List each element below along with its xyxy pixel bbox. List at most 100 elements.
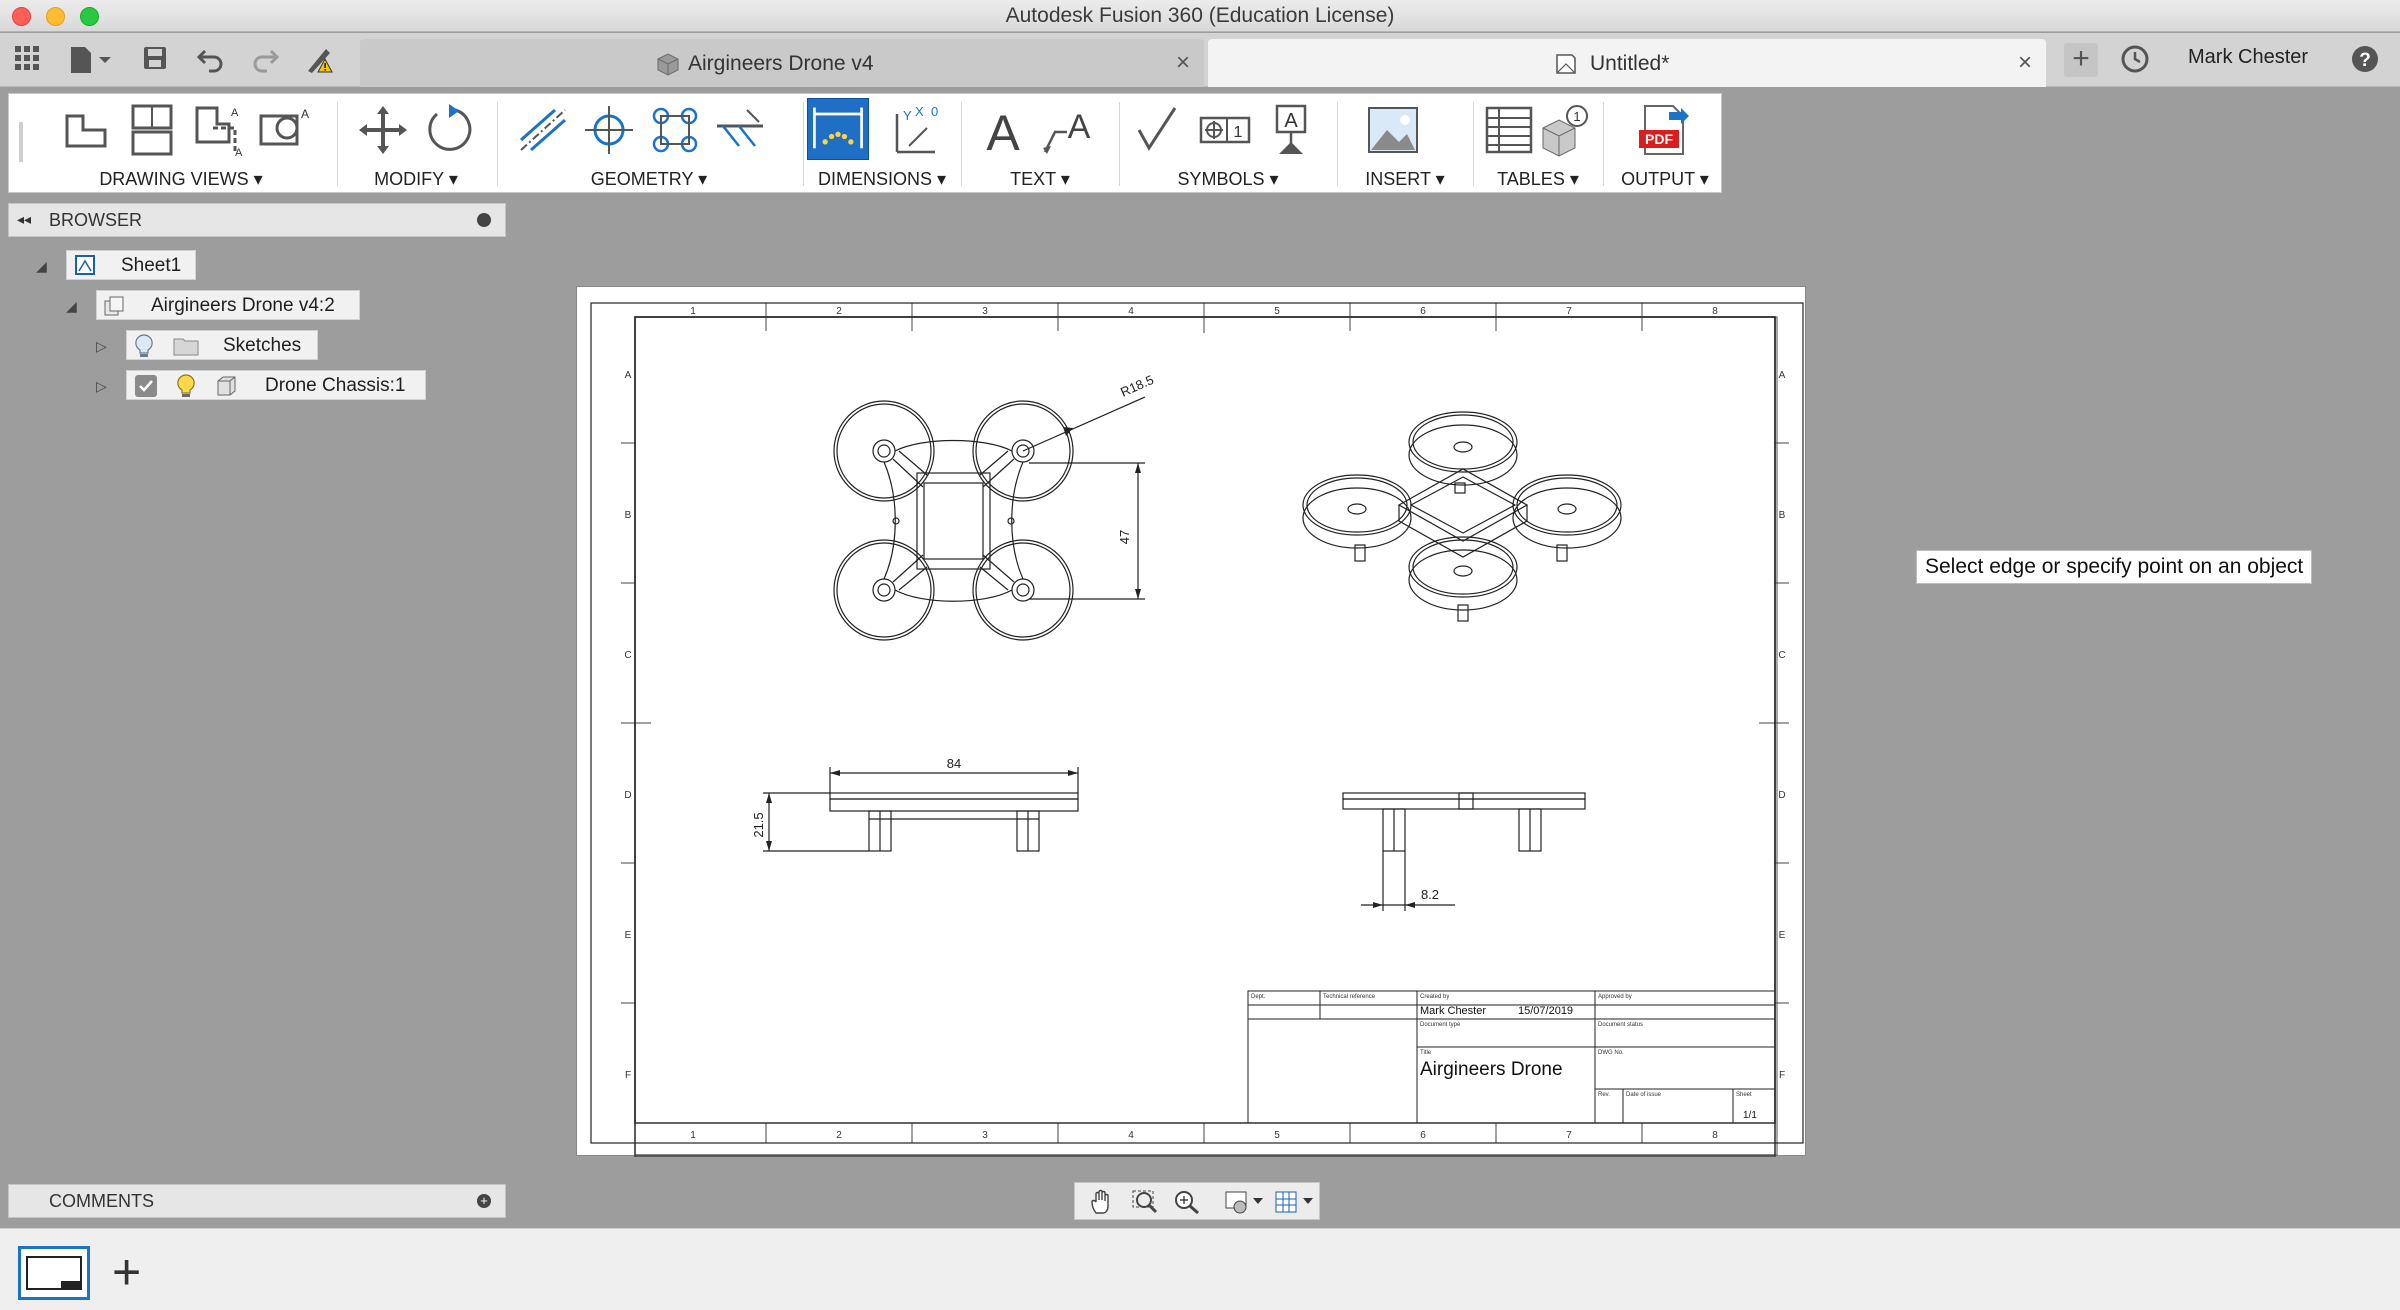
redo-icon[interactable] [250,45,280,75]
side-view[interactable]: 8.2 [1342,792,1586,911]
browser-node-sheet1[interactable]: Sheet1 [66,250,196,280]
svg-text:0: 0 [931,104,938,119]
svg-text:Y: Y [903,108,912,123]
close-tab-icon[interactable]: × [2018,49,2032,77]
visibility-bulb-icon[interactable] [135,334,153,364]
leader-text-icon[interactable]: A [1041,102,1097,158]
visibility-checkbox[interactable] [135,375,157,397]
drawing-views-menu[interactable]: DRAWING VIEWS ▾ [31,169,331,190]
sheet-thumbnail-active[interactable] [18,1246,90,1300]
dim-leg-width-label[interactable]: 8.2 [1421,887,1439,902]
detail-view-icon[interactable]: A [257,102,313,158]
save-icon[interactable] [140,45,170,75]
expand-sheet1-icon[interactable]: ◢ [36,258,47,275]
window-title: Autodesk Fusion 360 (Education License) [1005,4,1395,27]
center-mark-pattern-icon[interactable] [647,102,703,158]
svg-text:X: X [915,104,924,119]
zone-col-3: 3 [982,306,988,317]
modify-menu[interactable]: MODIFY ▾ [341,169,491,190]
zoom-window-icon[interactable] [1131,1189,1159,1220]
zoom-icon[interactable] [1173,1189,1201,1220]
feature-control-frame-icon[interactable]: 1 [1197,102,1253,158]
symbols-group: 1 A SYMBOLS ▾ [1123,94,1333,194]
tb-sheet-number: 1/1 [1743,1110,1757,1121]
center-mark-icon[interactable] [581,102,637,158]
isometric-view[interactable] [1302,411,1622,622]
toolbar-grip-icon[interactable] [19,122,23,162]
datum-identifier-icon[interactable]: A [1263,102,1319,158]
insert-group: INSERT ▾ [1341,94,1469,194]
top-view[interactable]: R18.5 47 [833,372,1156,641]
dimensions-menu[interactable]: DIMENSIONS ▾ [807,169,957,190]
front-view[interactable]: 84 21.5 [751,756,1079,852]
base-view-icon[interactable] [59,102,115,158]
geometry-group: GEOMETRY ▾ [501,94,797,194]
ordinate-dimension-icon[interactable]: YX0 [887,102,943,158]
text-tool-icon[interactable]: A [975,102,1031,161]
table-icon[interactable] [1481,102,1537,158]
projected-view-icon[interactable] [125,102,181,158]
geometry-menu[interactable]: GEOMETRY ▾ [501,169,797,190]
zone-row-c-right: C [1778,650,1785,661]
job-history-clock-icon[interactable] [2120,45,2150,75]
dimension-icon[interactable] [807,98,869,160]
undo-icon[interactable] [196,45,226,75]
browser-minimize-icon[interactable] [477,213,491,227]
app-grid-icon[interactable] [12,45,42,75]
help-icon[interactable]: ? [2350,45,2380,75]
dim-height-front-label[interactable]: 21.5 [751,812,766,837]
expand-sketches-icon[interactable]: ▷ [96,338,107,355]
insert-image-icon[interactable] [1365,102,1421,158]
insert-menu[interactable]: INSERT ▾ [1341,169,1469,190]
tb-createdby-label: Created by [1420,994,1449,1000]
pan-hand-icon[interactable] [1089,1189,1115,1220]
balloon-icon[interactable]: 1 [1537,102,1593,158]
dim-height-top-label[interactable]: 47 [1117,530,1132,544]
collapse-panel-icon[interactable]: ◂◂ [17,211,31,228]
zone-row-d-right: D [1778,790,1785,801]
file-menu-icon[interactable] [66,45,118,75]
move-icon[interactable] [355,102,411,158]
expand-component-icon[interactable]: ◢ [66,298,77,315]
tab-untitled[interactable]: Untitled* × [1208,39,2046,87]
browser-node-airgineers-drone-v4-2[interactable]: Airgineers Drone v4:2 [96,290,360,320]
display-settings-icon[interactable] [1223,1189,1267,1220]
text-menu[interactable]: TEXT ▾ [965,169,1115,190]
tab-airgineers-drone[interactable]: Airgineers Drone v4 × [360,39,1204,87]
title-block[interactable]: Dept. Technical reference Created by App… [1247,990,1776,1124]
surface-texture-icon[interactable] [1131,102,1187,158]
zone-col-2-bottom: 2 [836,1130,842,1141]
browser-title: BROWSER [49,210,143,230]
new-tab-plus-icon[interactable]: + [2064,43,2098,77]
tables-menu[interactable]: TABLES ▾ [1477,169,1599,190]
zone-ticks [621,303,1789,1143]
edge-extension-icon[interactable] [713,102,769,158]
zone-col-4-bottom: 4 [1128,1130,1134,1141]
dim-radius-label[interactable]: R18.5 [1118,372,1156,400]
text-tool-glyph: A [986,105,1020,158]
browser-node-drone-chassis[interactable]: Drone Chassis:1 [126,370,426,400]
centerline-icon[interactable] [515,102,571,158]
pdf-label: PDF [1645,131,1673,147]
visibility-bulb-icon[interactable] [177,374,195,404]
pdf-export-icon[interactable]: PDF [1635,102,1691,158]
dim-width-front-label[interactable]: 84 [947,756,961,771]
user-account-name[interactable]: Mark Chester [2188,46,2308,69]
output-menu[interactable]: OUTPUT ▾ [1607,169,1723,190]
add-sheet-plus-icon[interactable]: + [112,1247,141,1297]
close-tab-icon[interactable]: × [1176,49,1190,77]
svg-text:1: 1 [1234,124,1243,141]
expand-drone-chassis-icon[interactable]: ▷ [96,378,107,395]
symbols-menu[interactable]: SYMBOLS ▾ [1123,169,1333,190]
add-comment-icon[interactable]: + [477,1194,491,1208]
component-icon [656,52,680,81]
tb-created-by: Mark Chester [1420,1005,1486,1017]
tb-doctype-label: Document type [1420,1022,1461,1028]
sheet-trim-border [590,302,1804,1144]
section-view-icon[interactable]: AA [191,102,247,159]
job-status-warning-icon[interactable] [304,45,334,75]
browser-node-sketches[interactable]: Sketches [126,330,318,360]
grid-settings-icon[interactable] [1273,1189,1317,1220]
drawing-sheet[interactable]: 1 2 3 4 5 6 7 8 1 2 3 4 5 6 7 8 A B C D … [576,286,1806,1157]
rotate-icon[interactable] [421,102,477,158]
